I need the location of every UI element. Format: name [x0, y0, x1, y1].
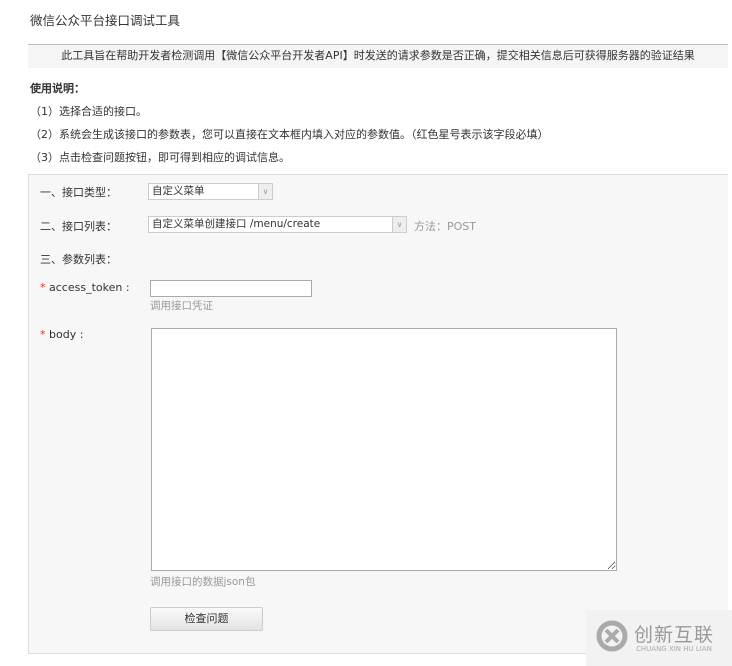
logo-icon — [596, 620, 628, 652]
intro-banner: 此工具旨在帮助开发者检测调用【微信公众平台开发者API】时发送的请求参数是否正确… — [28, 45, 728, 68]
watermark: 创新互联 CHUANG XIN HU LIAN — [586, 610, 732, 666]
check-problem-button[interactable]: 检查问题 — [150, 607, 263, 631]
params-label: 三、参数列表： — [40, 253, 117, 266]
body-label: body : — [49, 328, 84, 341]
type-value: 自定义菜单 — [152, 185, 205, 197]
interface-list-select[interactable]: 自定义菜单创建接口 /menu/create ∨ — [148, 216, 407, 233]
method-text: 方法：POST — [414, 220, 476, 233]
page-title: 微信公众平台接口调试工具 — [30, 13, 181, 28]
usage-step: （2）系统会生成该接口的参数表，您可以直接在文本框内填入对应的参数值。（红色星号… — [30, 128, 549, 141]
watermark-name: 创新互联 — [634, 624, 715, 646]
usage-step: （1）选择合适的接口。 — [30, 105, 147, 118]
list-label: 二、接口列表： — [40, 220, 117, 233]
list-value: 自定义菜单创建接口 /menu/create — [152, 218, 321, 230]
required-mark: * — [40, 328, 46, 341]
usage-title: 使用说明： — [30, 82, 85, 95]
required-mark: * — [40, 281, 46, 294]
access-token-label: access_token : — [49, 281, 130, 294]
body-hint: 调用接口的数据json包 — [150, 576, 256, 588]
usage-step: （3）点击检查问题按钮，即可得到相应的调试信息。 — [30, 151, 290, 164]
body-textarea[interactable] — [151, 328, 617, 571]
chevron-down-icon: ∨ — [392, 217, 406, 232]
access-token-hint: 调用接口凭证 — [150, 300, 213, 312]
type-label: 一、接口类型： — [40, 186, 117, 199]
watermark-sub: CHUANG XIN HU LIAN — [636, 645, 712, 653]
access-token-input[interactable] — [150, 280, 312, 297]
interface-type-select[interactable]: 自定义菜单 ∨ — [148, 183, 273, 200]
chevron-down-icon: ∨ — [258, 184, 272, 199]
